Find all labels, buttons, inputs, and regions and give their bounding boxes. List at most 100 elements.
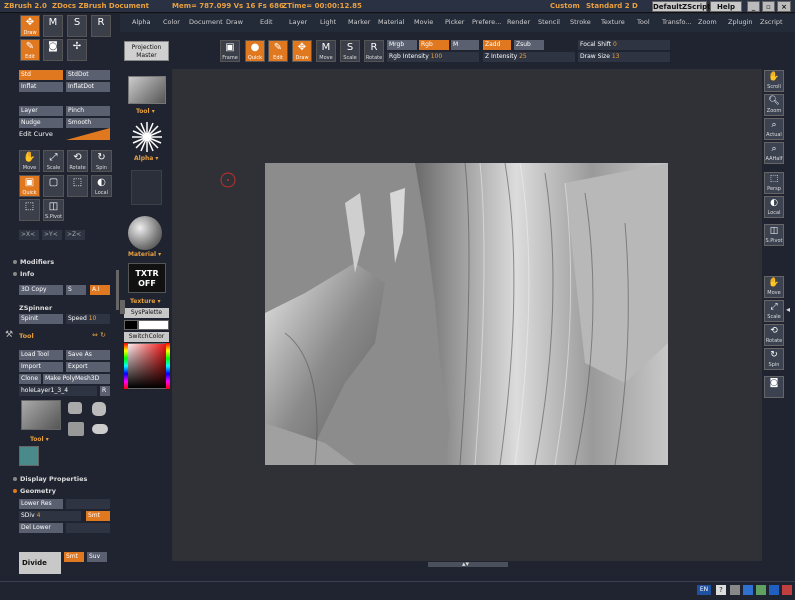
axis-z-button[interactable]: >Z< xyxy=(65,230,85,240)
menu-stroke[interactable]: Stroke xyxy=(570,18,591,26)
r-button[interactable]: R xyxy=(100,386,110,396)
tool-header[interactable]: Tool xyxy=(19,332,34,340)
top-move-button[interactable]: M Move xyxy=(316,40,336,62)
export-button[interactable]: Export xyxy=(66,362,110,372)
scale-tool-button[interactable]: ⤢ Scale xyxy=(43,150,64,172)
focal-shift-slider[interactable]: Focal Shift 0 xyxy=(578,40,670,50)
menu-zoom[interactable]: Zoom xyxy=(698,18,717,26)
syspalette-button[interactable]: SysPalette xyxy=(124,308,169,318)
right-rotate-button[interactable]: ⟲ Rotate xyxy=(764,324,784,346)
top-rotate-button[interactable]: R Rotate xyxy=(364,40,384,62)
projection-master-button[interactable]: Projection Master xyxy=(124,41,169,61)
secondary-color-swatch[interactable] xyxy=(124,320,138,330)
tray-icon-3[interactable] xyxy=(756,585,766,595)
menu-texture[interactable]: Texture xyxy=(601,18,625,26)
tool-options-icon[interactable]: ⇔ ↻ xyxy=(92,331,106,339)
menu-preferences[interactable]: Prefere... xyxy=(472,18,501,26)
stroke-pinch[interactable]: Pinch xyxy=(66,106,110,116)
info-header[interactable]: Info xyxy=(13,270,34,278)
alpha-palette-label[interactable]: Alpha ▾ xyxy=(134,155,158,162)
display-properties-header[interactable]: Display Properties xyxy=(13,475,87,483)
menu-zplugin[interactable]: Zplugin xyxy=(728,18,753,26)
restore-button[interactable]: ▫ xyxy=(762,1,775,12)
rotate-mode-small[interactable]: R xyxy=(91,15,111,37)
minimize-button[interactable]: _ xyxy=(747,1,760,12)
right-collapse-arrow-icon[interactable]: ◂ xyxy=(786,305,790,314)
tray-icon-4[interactable] xyxy=(769,585,779,595)
menu-stencil[interactable]: Stencil xyxy=(538,18,560,26)
menu-document[interactable]: Document xyxy=(189,18,223,26)
lower-res-button[interactable]: Lower Res xyxy=(19,499,63,509)
menu-render[interactable]: Render xyxy=(507,18,530,26)
wire-tool-button[interactable]: ⬚ xyxy=(67,175,88,197)
stroke-std[interactable]: Std xyxy=(19,70,63,80)
default-zscript-button[interactable]: DefaultZScript xyxy=(652,1,711,12)
edit-mode-button[interactable]: ✎ Edit xyxy=(20,39,40,61)
tool-thumb-5[interactable] xyxy=(92,424,108,434)
top-edit-button[interactable]: ✎ Edit xyxy=(268,40,288,62)
tool-preview-thumb[interactable] xyxy=(128,76,166,104)
tool-palette-label[interactable]: Tool ▾ xyxy=(136,108,155,115)
m-toggle[interactable]: M xyxy=(451,40,479,50)
draw-mode-button[interactable]: ✥ Draw xyxy=(20,15,40,37)
close-button[interactable]: × xyxy=(777,1,791,12)
help-tray-icon[interactable]: ? xyxy=(716,585,726,595)
load-tool-button[interactable]: Load Tool xyxy=(19,350,63,360)
right-scale-button[interactable]: ⤢ Scale xyxy=(764,300,784,322)
aahalf-button[interactable]: ⌕ AAHalf xyxy=(764,142,784,164)
stroke-inflat[interactable]: Inflat xyxy=(19,82,63,92)
spin-tool-button[interactable]: ↻ Spin xyxy=(91,150,112,172)
menu-alpha[interactable]: Alpha xyxy=(132,18,150,26)
import-button[interactable]: Import xyxy=(19,362,63,372)
current-tool-thumbnail[interactable] xyxy=(21,400,61,430)
local-tool-button[interactable]: ◐ Local xyxy=(91,175,112,197)
quick-button[interactable]: ● Quick xyxy=(245,40,265,62)
material-sphere-icon[interactable] xyxy=(128,216,162,250)
divide-smt-toggle[interactable]: Smt xyxy=(64,552,84,562)
menu-layer[interactable]: Layer xyxy=(289,18,307,26)
tray-icon-5[interactable] xyxy=(782,585,792,595)
tool-dropdown-label[interactable]: Tool ▾ xyxy=(30,436,49,443)
primary-color-swatch[interactable] xyxy=(138,320,169,330)
zsub-toggle[interactable]: Zsub xyxy=(514,40,544,50)
frame-button[interactable]: ▣ Frame xyxy=(220,40,240,62)
menu-draw[interactable]: Draw xyxy=(226,18,243,26)
del-higher-button[interactable] xyxy=(66,523,110,533)
menu-marker[interactable]: Marker xyxy=(348,18,370,26)
sdiv-slider[interactable]: SDiv 4 xyxy=(19,511,81,521)
left-panel-scrollbar[interactable] xyxy=(116,270,119,310)
make-polymesh-button[interactable]: Make PolyMesh3D xyxy=(43,374,110,384)
tool-thumb-2[interactable] xyxy=(68,402,82,414)
move-mode-small[interactable]: M xyxy=(43,15,63,37)
menu-picker[interactable]: Picker xyxy=(445,18,464,26)
actual-button[interactable]: ⌕ Actual xyxy=(764,118,784,140)
higher-res-button[interactable] xyxy=(66,499,110,509)
material-palette-label[interactable]: Material ▾ xyxy=(128,251,161,258)
color-picker-square[interactable] xyxy=(124,343,170,389)
menu-transform[interactable]: Transfo... xyxy=(662,18,692,26)
tool-thumb-6[interactable] xyxy=(19,446,39,466)
axis-y-button[interactable]: >Y< xyxy=(42,230,62,240)
draw-size-slider[interactable]: Draw Size 13 xyxy=(578,52,670,62)
divide-suv-toggle[interactable]: Suv xyxy=(87,552,107,562)
collapse-arrows-icon[interactable]: ▴▾ xyxy=(462,560,469,568)
menu-light[interactable]: Light xyxy=(320,18,336,26)
switchcolor-button[interactable]: SwitchColor xyxy=(124,332,169,342)
move-tool-button[interactable]: ✋ Move xyxy=(19,150,40,172)
rotate-tool-button[interactable]: ⟲ Rotate xyxy=(67,150,88,172)
texture-off-button[interactable]: TXTR OFF xyxy=(128,263,166,293)
language-indicator[interactable]: EN xyxy=(697,585,711,595)
camera-button[interactable]: ◙ xyxy=(43,39,63,61)
divide-button[interactable]: Divide xyxy=(19,552,61,574)
stroke-inflatdot[interactable]: InflatDot xyxy=(66,82,110,92)
top-draw-button[interactable]: ✥ Draw xyxy=(292,40,312,62)
frame-tool-button[interactable]: ▢ xyxy=(43,175,64,197)
spivot-button[interactable]: ◫ S.Pivot xyxy=(764,224,784,246)
menu-tool[interactable]: Tool xyxy=(637,18,650,26)
clone-button[interactable]: Clone xyxy=(19,374,41,384)
help-button[interactable]: Help xyxy=(710,1,742,12)
tray-icon-2[interactable] xyxy=(743,585,753,595)
menu-color[interactable]: Color xyxy=(163,18,180,26)
stroke-layer[interactable]: Layer xyxy=(19,106,63,116)
menu-zscript[interactable]: Zscript xyxy=(760,18,783,26)
